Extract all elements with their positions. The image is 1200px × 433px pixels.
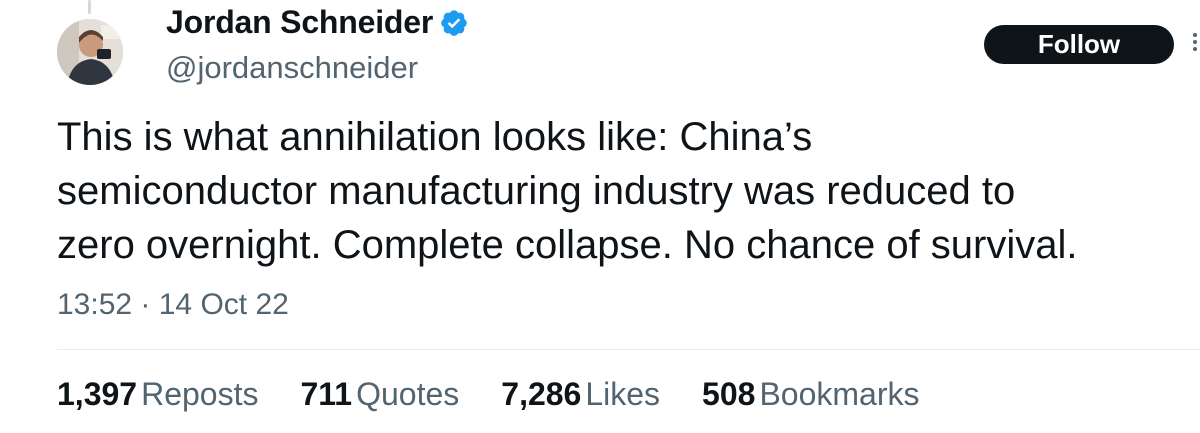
stat-quotes[interactable]: 711 Quotes: [300, 376, 459, 413]
stat-label: Quotes: [356, 376, 460, 412]
stat-value: 1,397: [57, 376, 138, 412]
stat-bookmarks[interactable]: 508 Bookmarks: [702, 376, 919, 413]
tweet-text-line: zero overnight. Complete collapse. No ch…: [57, 223, 1078, 267]
more-options-icon[interactable]: [1190, 30, 1200, 60]
engagement-stats: 1,397 Reposts 711 Quotes 7,286 Likes 508 Boo…: [57, 376, 961, 413]
stat-label: Bookmarks: [759, 376, 920, 412]
stat-value: 711: [300, 376, 353, 412]
stat-value: 508: [702, 376, 756, 412]
author-name[interactable]: Jordan Schneider: [166, 4, 469, 41]
stat-likes[interactable]: 7,286 Likes: [501, 376, 660, 413]
avatar[interactable]: [57, 19, 123, 85]
avatar-photo: [57, 19, 123, 85]
tweet-text-line: This is what annihilation looks like: Ch…: [57, 115, 813, 159]
author-name-text[interactable]: Jordan Schneider: [166, 4, 433, 41]
tweet-text-line: semiconductor manufacturing industry was…: [57, 169, 1016, 213]
stat-reposts[interactable]: 1,397 Reposts: [57, 376, 258, 413]
stat-label: Reposts: [141, 376, 259, 412]
tweet-timestamp[interactable]: 13:52 · 14 Oct 22: [57, 288, 289, 322]
divider: [57, 349, 1200, 350]
author-handle[interactable]: @jordanschneider: [166, 50, 418, 86]
thread-connector-line: [88, 0, 91, 14]
follow-button[interactable]: Follow: [984, 25, 1174, 64]
stat-value: 7,286: [501, 376, 582, 412]
stat-label: Likes: [585, 376, 661, 412]
tweet-text: This is what annihilation looks like: Ch…: [57, 110, 1187, 272]
verified-badge-icon: [441, 9, 467, 36]
